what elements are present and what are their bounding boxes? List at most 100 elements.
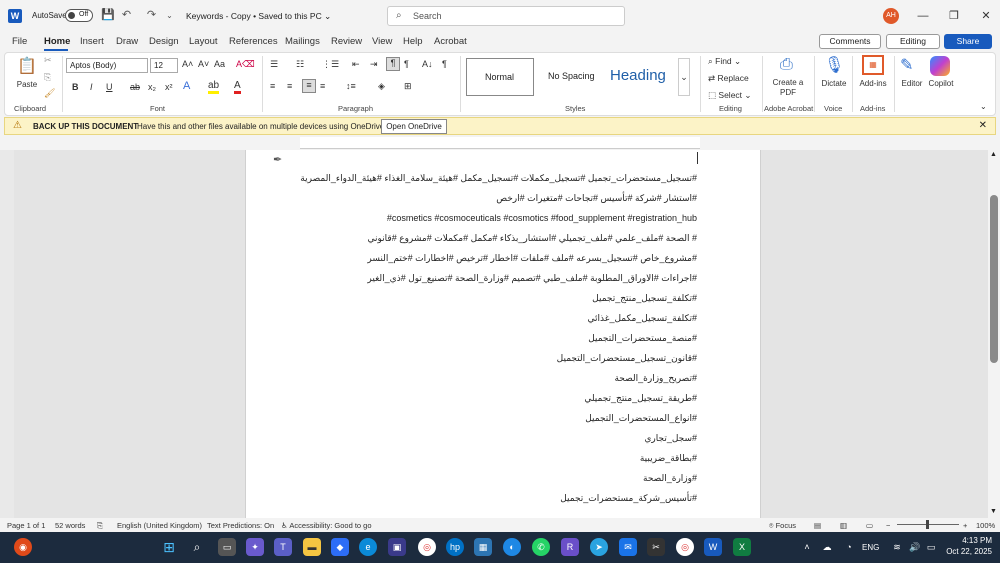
bullets-icon[interactable]: ☰ (270, 59, 278, 70)
decrease-indent-icon[interactable]: ⇤ (352, 59, 360, 70)
share-button[interactable]: Share (944, 34, 992, 49)
web-layout-icon[interactable]: ▭ (866, 521, 873, 530)
dropbox-icon[interactable]: ◆ (331, 538, 349, 556)
justify-icon[interactable]: ≡ (320, 81, 325, 91)
rtl-direction-icon[interactable]: ¶ (386, 57, 400, 71)
addins-icon[interactable]: ▦ (862, 55, 884, 75)
underline-icon[interactable]: U (106, 82, 113, 92)
document-paragraph[interactable]: #مشروع_خاص #تسجيل_بسرعه #ملف #ملفات #اخط… (367, 253, 697, 264)
app-icon[interactable]: R (561, 538, 579, 556)
tab-draw[interactable]: Draw (116, 36, 138, 47)
maps-icon[interactable]: ◐ (503, 538, 521, 556)
minimize-icon[interactable]: — (915, 8, 931, 24)
document-paragraph[interactable]: #استشار #شركة #تأسيس #تجاحات #متغيرات #ا… (496, 193, 697, 204)
tab-layout[interactable]: Layout (189, 36, 218, 47)
italic-icon[interactable]: I (90, 82, 93, 92)
tab-review[interactable]: Review (331, 36, 362, 47)
language-status[interactable]: English (United Kingdom) (117, 521, 202, 530)
strikethrough-icon[interactable]: ab (130, 82, 140, 92)
font-size-select[interactable]: 12 (150, 58, 178, 73)
excel-icon[interactable]: X (733, 538, 751, 556)
tab-acrobat[interactable]: Acrobat (434, 36, 467, 47)
whatsapp-icon[interactable]: ✆ (532, 538, 550, 556)
shrink-font-icon[interactable]: A˅ (198, 59, 209, 69)
zoom-level[interactable]: 100% (976, 521, 995, 530)
zoom-slider-thumb[interactable] (926, 520, 929, 529)
ribbon-collapse-icon[interactable]: ⌄ (980, 102, 987, 111)
comments-button[interactable]: Comments (819, 34, 881, 49)
align-left-icon[interactable]: ≡ (270, 81, 275, 91)
grow-font-icon[interactable]: A˄ (182, 59, 193, 69)
close-icon[interactable]: ✕ (978, 8, 994, 24)
copy-icon[interactable]: ⎘ (44, 72, 51, 83)
wifi-icon[interactable]: ≋ (888, 538, 906, 556)
document-paragraph[interactable]: #تصريح_وزارة_الصحة (614, 373, 697, 384)
clear-formatting-icon[interactable]: A⌫ (236, 59, 255, 70)
document-paragraph[interactable]: #تسجيل_مستحضرات_تجميل #تسجيل_مكملات #تسج… (300, 173, 697, 184)
open-onedrive-button[interactable]: Open OneDrive (381, 119, 447, 134)
document-paragraph[interactable]: #قانون_تسجيل_مستحضرات_التجميل (557, 353, 697, 364)
restore-icon[interactable]: ❐ (946, 8, 962, 24)
word-taskbar-icon[interactable]: W (704, 538, 722, 556)
superscript-icon[interactable]: x² (165, 82, 173, 92)
cut-icon[interactable]: ✂ (44, 55, 52, 66)
multilevel-list-icon[interactable]: ⋮☰ (322, 59, 339, 70)
accessibility-status[interactable]: ♿ Accessibility: Good to go (281, 521, 372, 530)
chrome-profile-icon[interactable]: ◎ (676, 538, 694, 556)
document-paragraph[interactable]: #وزارة_الصحة (643, 473, 697, 484)
scrollbar-thumb[interactable] (990, 195, 998, 363)
line-spacing-icon[interactable]: ↕≡ (346, 81, 356, 91)
find-button[interactable]: ⌕ Find ⌄ (708, 56, 741, 67)
replace-button[interactable]: ⇄ Replace (708, 73, 749, 84)
sort-icon[interactable]: A↓ (422, 59, 433, 69)
document-paragraph[interactable]: #منصة_مستحضرات_التجميل (588, 333, 697, 344)
hp-icon[interactable]: hp (446, 538, 464, 556)
copilot-taskbar-icon[interactable]: ✦ (246, 538, 264, 556)
styles-gallery-expand-icon[interactable]: ⌄ (678, 58, 690, 96)
align-center-icon[interactable]: ≡ (287, 81, 292, 91)
document-paragraph[interactable]: # الصحة #ملف_علمي #ملف_تجميلي #استشار_بذ… (368, 233, 698, 244)
copilot-button[interactable]: Copilot (926, 79, 956, 88)
highlight-icon[interactable]: ab (208, 80, 220, 94)
tab-design[interactable]: Design (149, 36, 179, 47)
shading-icon[interactable]: ◈ (378, 81, 385, 92)
align-right-icon[interactable]: ≡ (302, 79, 316, 93)
print-layout-icon[interactable]: ▥ (840, 521, 847, 530)
tab-mailings[interactable]: Mailings (285, 36, 320, 47)
firefox-icon[interactable]: ◉ (14, 538, 32, 556)
teams-icon[interactable]: T (274, 538, 292, 556)
calculator-icon[interactable]: ▦ (474, 538, 492, 556)
read-mode-icon[interactable]: ▤ (814, 521, 821, 530)
clock-date[interactable]: Oct 22, 2025 (938, 547, 992, 556)
tab-references[interactable]: References (229, 36, 278, 47)
telegram-icon[interactable]: ➤ (590, 538, 608, 556)
format-painter-icon[interactable]: 🖌 (44, 88, 55, 99)
page-count[interactable]: Page 1 of 1 (7, 521, 45, 530)
show-formatting-icon[interactable]: ¶ (442, 59, 447, 69)
document-paragraph[interactable]: #تكلفة_تسجيل_منتج_تجميل (592, 293, 697, 304)
onedrive-icon[interactable]: ☁ (818, 538, 836, 556)
text-predictions-status[interactable]: Text Predictions: On (207, 521, 274, 530)
bold-icon[interactable]: B (72, 82, 79, 92)
focus-button[interactable]: ⌾ Focus (769, 521, 796, 531)
document-paragraph[interactable]: #تكلفة_تسجيل_مكمل_غذائي (588, 313, 697, 324)
tab-help[interactable]: Help (403, 36, 423, 47)
document-paragraph[interactable]: #طريقة_تسجيل_منتج_تجميلي (584, 393, 697, 404)
zoom-out-icon[interactable]: − (886, 521, 890, 530)
start-icon[interactable]: ⊞ (160, 538, 178, 556)
document-paragraph[interactable]: #بطاقة_ضريبية (640, 453, 697, 464)
edge-icon[interactable]: e (359, 538, 377, 556)
borders-icon[interactable]: ⊞ (404, 81, 412, 92)
horizontal-ruler[interactable] (300, 137, 700, 149)
file-explorer-icon[interactable]: ▬ (303, 538, 321, 556)
font-color-icon[interactable]: A (234, 80, 241, 94)
dictate-button[interactable]: Dictate (820, 79, 848, 88)
tab-home[interactable]: Home (44, 36, 70, 47)
scroll-down-icon[interactable]: ▼ (990, 508, 997, 515)
chrome-icon[interactable]: ◎ (418, 538, 436, 556)
increase-indent-icon[interactable]: ⇥ (370, 59, 378, 70)
document-title[interactable]: Keywords - Copy • Saved to this PC ⌄ (186, 11, 331, 22)
store-icon[interactable]: ▣ (388, 538, 406, 556)
proofing-icon[interactable]: ⎘ (97, 521, 103, 531)
document-paragraph[interactable]: #cosmetics #cosmoceuticals #cosmotics #f… (387, 213, 697, 223)
